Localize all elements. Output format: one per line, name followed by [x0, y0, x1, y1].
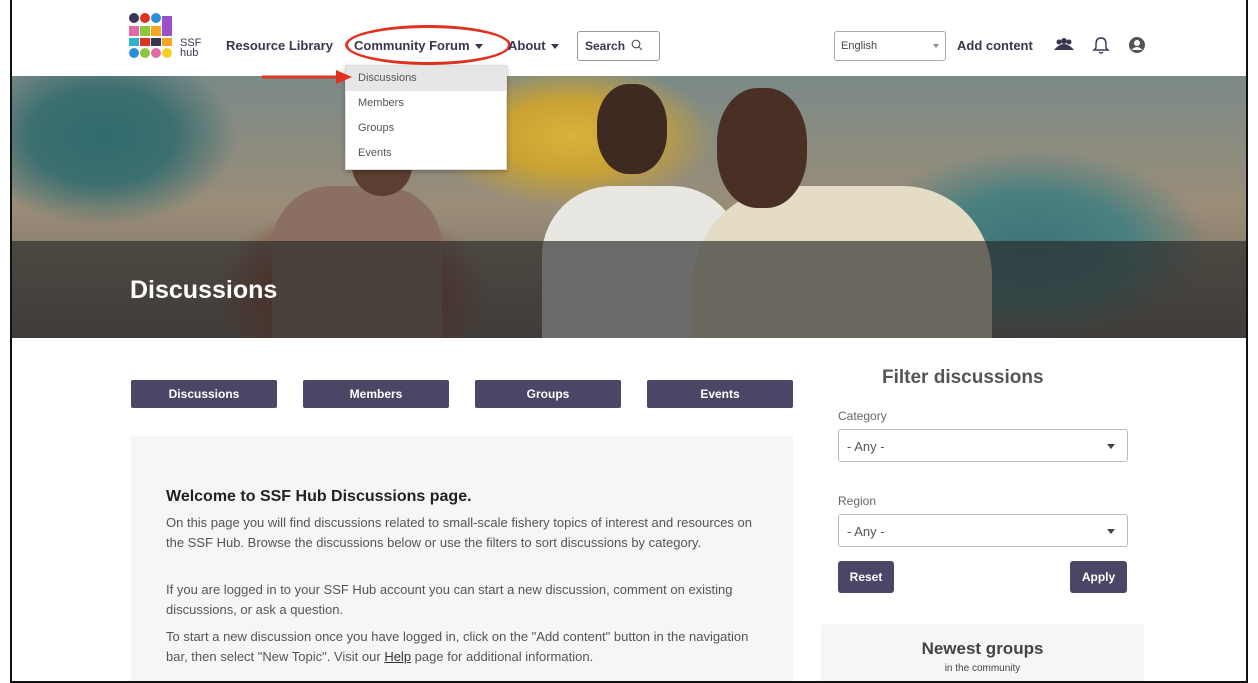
bell-icon[interactable]: [1090, 34, 1112, 56]
search-label: Search: [585, 39, 626, 53]
region-value: - Any -: [847, 524, 885, 539]
user-account-icon[interactable]: [1126, 34, 1148, 56]
page-title: Discussions: [130, 276, 278, 304]
chevron-down-icon: [550, 44, 559, 50]
newest-groups-panel: Newest groups in the community: [821, 624, 1144, 681]
dropdown-item-events[interactable]: Events: [346, 141, 506, 166]
tab-groups[interactable]: Groups: [475, 380, 621, 408]
reset-button[interactable]: Reset: [838, 561, 894, 593]
chevron-down-icon: [1107, 529, 1115, 534]
search-icon: [631, 39, 643, 51]
users-icon[interactable]: [1053, 34, 1075, 56]
logo-line-hub: hub: [180, 47, 199, 59]
red-arrow-annotation: [262, 70, 352, 84]
welcome-paragraph-3: To start a new discussion once you have …: [166, 627, 766, 667]
welcome-p3-text-end: page for additional information.: [411, 649, 594, 664]
tab-discussions[interactable]: Discussions: [131, 380, 277, 408]
help-link[interactable]: Help: [384, 649, 411, 664]
newest-groups-subtitle: in the community: [944, 663, 1021, 674]
logo-text: SSF hub: [180, 38, 201, 59]
dropdown-item-discussions[interactable]: Discussions: [346, 66, 506, 91]
nav-about[interactable]: About: [508, 38, 559, 53]
chevron-down-icon: [933, 44, 939, 48]
dropdown-item-groups[interactable]: Groups: [346, 116, 506, 141]
welcome-paragraph-2: If you are logged in to your SSF Hub acc…: [166, 582, 733, 617]
category-label: Category: [838, 409, 887, 423]
tab-events[interactable]: Events: [647, 380, 793, 408]
search-button[interactable]: Search: [577, 31, 660, 61]
language-select[interactable]: English: [834, 31, 946, 61]
nav-about-label: About: [508, 38, 546, 53]
hero-figure: [717, 88, 807, 208]
hero-figure: [597, 84, 667, 174]
community-forum-dropdown: Discussions Members Groups Events: [345, 65, 507, 170]
language-value: English: [841, 40, 878, 52]
add-content-link[interactable]: Add content: [957, 38, 1033, 53]
dropdown-item-members[interactable]: Members: [346, 91, 506, 116]
chevron-down-icon: [1107, 444, 1115, 449]
nav-resource-library[interactable]: Resource Library: [226, 38, 333, 53]
navbar: SSF hub Resource Library Community Forum…: [12, 0, 1246, 76]
welcome-paragraph-1: On this page you will find discussions r…: [166, 515, 753, 550]
region-label: Region: [838, 494, 877, 508]
filter-title: Filter discussions: [882, 367, 1044, 388]
category-select[interactable]: - Any -: [838, 429, 1128, 462]
newest-groups-title: Newest groups: [921, 639, 1044, 658]
category-value: - Any -: [847, 439, 885, 454]
welcome-panel: Welcome to SSF Hub Discussions page. On …: [131, 436, 793, 681]
highlight-ring-annotation: [345, 25, 511, 65]
region-select[interactable]: - Any -: [838, 514, 1128, 547]
tab-members[interactable]: Members: [303, 380, 449, 408]
apply-button[interactable]: Apply: [1070, 561, 1127, 593]
browser-frame: SSF hub Resource Library Community Forum…: [10, 0, 1248, 683]
welcome-heading: Welcome to SSF Hub Discussions page.: [166, 488, 472, 505]
